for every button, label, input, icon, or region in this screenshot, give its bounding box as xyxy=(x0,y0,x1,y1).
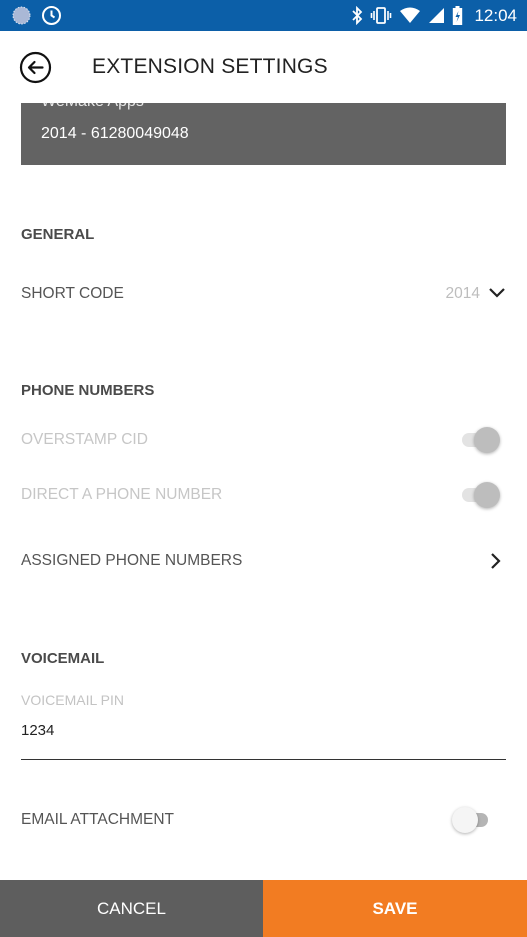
wifi-icon xyxy=(399,7,421,24)
chevron-right-icon[interactable] xyxy=(489,551,503,576)
app-bar: EXTENSION SETTINGS xyxy=(0,31,527,103)
overstamp-cid-toggle[interactable] xyxy=(458,426,502,454)
bluetooth-icon xyxy=(351,6,363,25)
direct-number-toggle[interactable] xyxy=(458,481,502,509)
short-code-label[interactable]: SHORT CODE xyxy=(21,285,124,303)
globe-icon xyxy=(12,6,31,25)
voicemail-pin-label: VOICEMAIL PIN xyxy=(21,692,124,708)
email-attachment-toggle[interactable] xyxy=(452,806,496,834)
email-attachment-label: EMAIL ATTACHMENT xyxy=(21,811,175,828)
voicemail-pin-input[interactable] xyxy=(21,716,506,760)
overstamp-cid-label: OVERSTAMP CID xyxy=(21,431,148,448)
clock-icon xyxy=(41,5,62,26)
cancel-button[interactable]: CANCEL xyxy=(0,880,263,937)
chevron-down-icon[interactable] xyxy=(487,285,507,306)
section-general-title: GENERAL xyxy=(21,226,95,243)
status-bar: 12:04 xyxy=(0,0,527,31)
section-phone-numbers-title: PHONE NUMBERS xyxy=(21,382,155,399)
short-code-value[interactable]: 2014 xyxy=(446,285,480,303)
section-voicemail-title: VOICEMAIL xyxy=(21,650,105,667)
company-name: WeMake Apps xyxy=(41,103,144,111)
page-title: EXTENSION SETTINGS xyxy=(92,55,328,78)
back-arrow-icon[interactable] xyxy=(19,51,52,84)
extension-number: 2014 - 61280049048 xyxy=(41,125,189,142)
save-button[interactable]: SAVE xyxy=(263,880,527,937)
vibrate-icon xyxy=(370,6,392,25)
extension-card: WeMake Apps 2014 - 61280049048 xyxy=(21,103,506,165)
direct-number-label: DIRECT A PHONE NUMBER xyxy=(21,486,223,503)
assigned-phone-numbers-label[interactable]: ASSIGNED PHONE NUMBERS xyxy=(21,552,242,570)
status-time: 12:04 xyxy=(474,5,517,25)
battery-icon xyxy=(452,5,463,26)
signal-icon xyxy=(428,7,445,24)
